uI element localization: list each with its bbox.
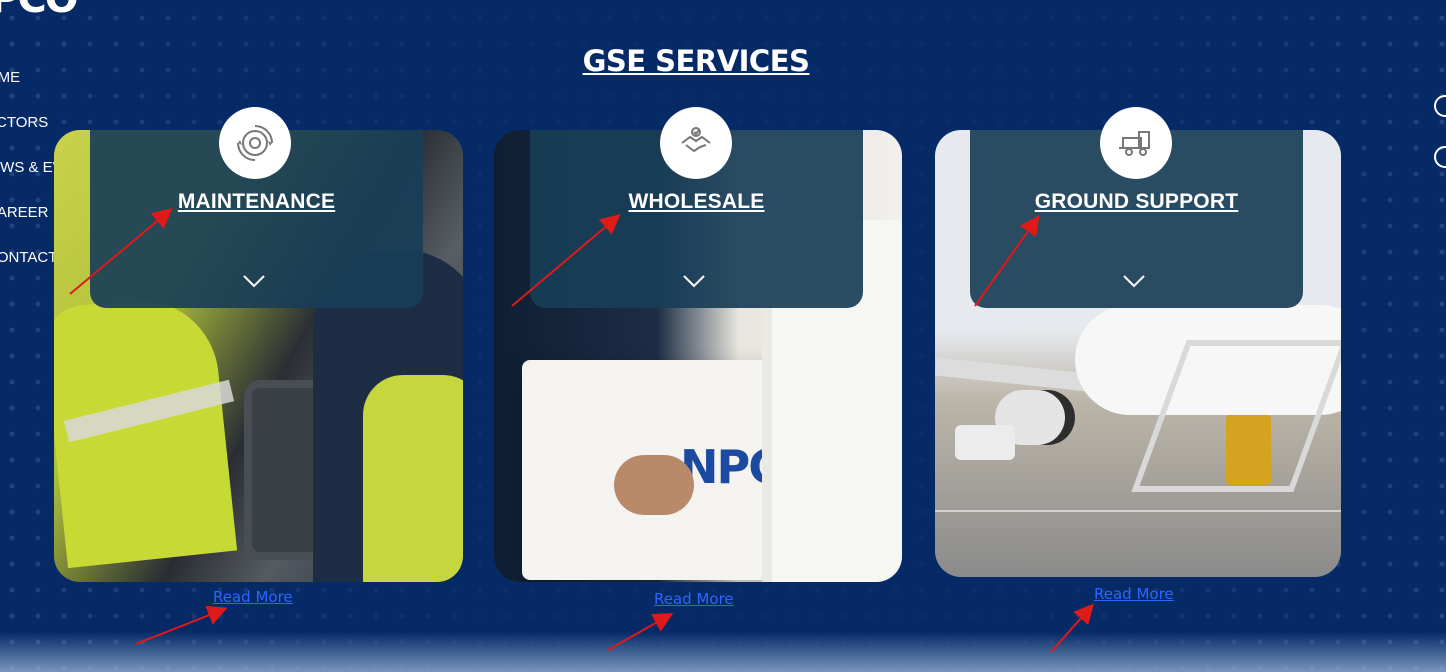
handshake-icon [660, 107, 732, 179]
site-logo[interactable]: PCO [0, 0, 120, 19]
yellow-loader [1226, 415, 1271, 485]
chevron-down-icon[interactable] [681, 268, 707, 294]
second-worker-vest [363, 375, 463, 582]
page-title: GSE SERVICES [582, 44, 810, 79]
maintenance-read-more-link[interactable]: Read More [213, 588, 293, 606]
chevron-down-icon[interactable] [241, 268, 267, 294]
chevron-down-icon[interactable] [1121, 268, 1147, 294]
ground-support-title[interactable]: GROUND SUPPORT [970, 190, 1303, 214]
tarmac-line [935, 510, 1341, 512]
ground-vehicle [955, 425, 1015, 460]
maintenance-title[interactable]: MAINTENANCE [90, 190, 423, 214]
tug-vehicle-icon [1100, 107, 1172, 179]
nav-item-home[interactable]: OME [0, 68, 103, 113]
hand [614, 455, 694, 515]
ground-support-read-more-link[interactable]: Read More [1094, 585, 1174, 603]
wholesale-read-more-link[interactable]: Read More [654, 590, 734, 608]
wholesale-title[interactable]: WHOLESALE [530, 190, 863, 214]
gear-cycle-icon [219, 107, 291, 179]
bottom-fade [0, 632, 1446, 672]
